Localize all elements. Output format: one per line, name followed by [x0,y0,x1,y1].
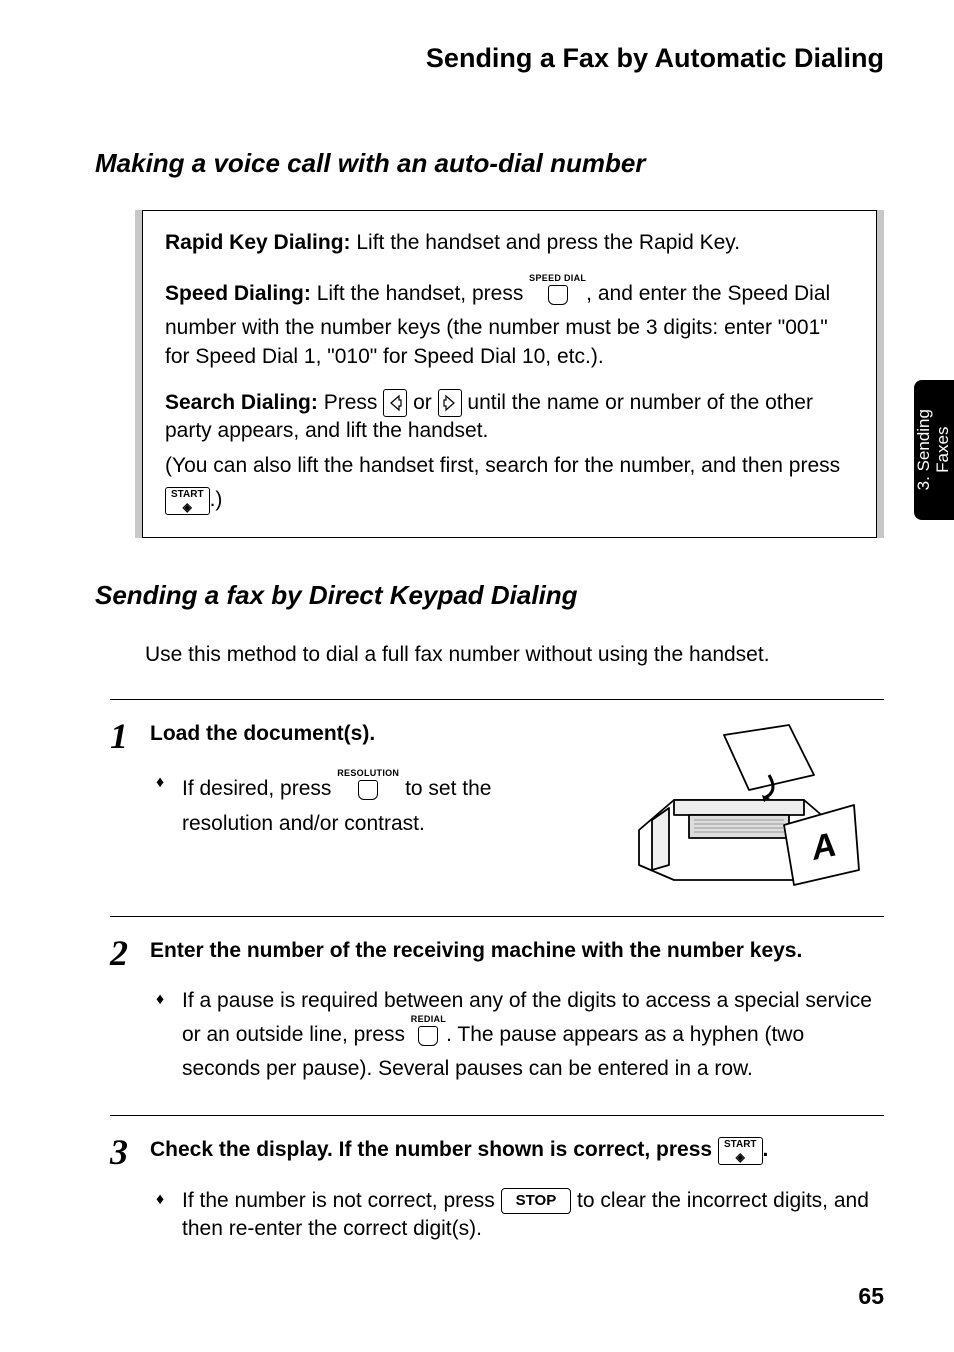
speed-dial-key-label: SPEED DIAL [529,274,586,283]
step-2: 2 Enter the number of the receiving mach… [110,917,884,1116]
stop-key-icon: STOP [501,1188,572,1214]
step-2-number: 2 [110,929,128,978]
direct-dial-intro: Use this method to dial a full fax numbe… [145,641,884,669]
stop-key-label: STOP [516,1192,557,1209]
step-3-bullet: If the number is not correct, press STOP… [156,1187,884,1244]
step-1-number: 1 [110,712,128,761]
steps-list: 1 Load the document(s). If desired, pres… [110,699,884,1276]
step-3-head: Check the display. If the number shown i… [150,1136,884,1164]
section-voice-call-title: Making a voice call with an auto-dial nu… [95,146,884,181]
search-paren-before: (You can also lift the handset first, se… [165,454,840,477]
page-title: Sending a Fax by Automatic Dialing [95,40,884,76]
speed-dial-label: Speed Dialing: [165,282,311,305]
arrow-left-key-icon [383,389,407,417]
step1-before: If desired, press [182,778,337,801]
start-key-icon: START ◈ [165,487,210,515]
search-dial-paren: (You can also lift the handset first, se… [165,452,854,480]
rapid-key-label: Rapid Key Dialing: [165,231,351,254]
speed-dial-before: Lift the handset, press [311,282,529,305]
search-paren-end: .) [210,488,223,511]
arrow-right-key-icon [438,389,462,417]
search-start-line: START ◈ .) [165,486,854,514]
step-3-number: 3 [110,1128,128,1177]
search-dial-label: Search Dialing: [165,391,318,414]
start-key-label: START [171,489,204,500]
step-1: 1 Load the document(s). If desired, pres… [110,700,884,917]
step-2-head: Enter the number of the receiving machin… [150,937,884,965]
step-3: 3 Check the display. If the number shown… [110,1116,884,1275]
step-1-bullet: If desired, press RESOLUTION to set the … [156,770,542,838]
search-or: or [407,391,437,414]
start-key-label-2: START [724,1139,757,1150]
step3-head-after: . [763,1138,769,1161]
step3-head-before: Check the display. If the number shown i… [150,1138,718,1161]
section-direct-dial-title: Sending a fax by Direct Keypad Dialing [95,578,884,613]
rapid-key-paragraph: Rapid Key Dialing: Lift the handset and … [165,229,854,257]
redial-key-icon: REDIAL [411,1015,446,1054]
step-2-bullet: If a pause is required between any of th… [156,987,884,1083]
voice-call-box: Rapid Key Dialing: Lift the handset and … [135,210,884,538]
rapid-key-text: Lift the handset and press the Rapid Key… [351,231,741,254]
resolution-key-icon: RESOLUTION [337,769,399,808]
speed-dial-paragraph: Speed Dialing: Lift the handset, press S… [165,275,854,371]
search-before: Press [318,391,383,414]
step3-before: If the number is not correct, press [182,1189,501,1212]
speed-dial-key-icon: SPEED DIAL [529,274,586,313]
resolution-key-label: RESOLUTION [337,769,399,778]
search-dial-paragraph: Search Dialing: Press or until the name … [165,389,854,446]
start-key-icon-2: START ◈ [718,1137,763,1165]
page-number: 65 [858,1281,884,1312]
fax-machine-illustration-icon: A [614,720,864,890]
redial-key-label: REDIAL [411,1015,446,1024]
